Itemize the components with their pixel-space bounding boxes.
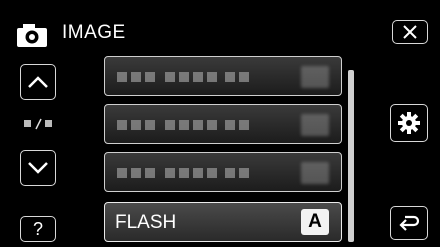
back-button[interactable]: [390, 206, 428, 240]
menu-item-label-placeholder: [117, 120, 249, 130]
menu-item[interactable]: [104, 152, 342, 192]
chevron-up-icon: [28, 76, 48, 88]
page-indicator-icon: [24, 118, 52, 130]
menu-item[interactable]: [104, 56, 342, 96]
scroll-up-button[interactable]: [20, 64, 56, 100]
gear-icon: [398, 112, 420, 134]
close-icon: [403, 25, 417, 39]
return-icon: [399, 215, 420, 231]
menu-item-label: FLASH: [115, 212, 177, 233]
scroll-down-button[interactable]: [20, 150, 56, 186]
help-button[interactable]: ?: [20, 216, 56, 242]
menu-item-value-placeholder: [301, 66, 329, 88]
settings-button[interactable]: [390, 104, 428, 142]
chevron-down-icon: [28, 162, 48, 174]
page-title: IMAGE: [62, 22, 126, 43]
flash-auto-badge: A: [301, 209, 329, 235]
menu-item-label-placeholder: [117, 168, 249, 178]
help-label: ?: [32, 218, 43, 239]
menu-item-flash[interactable]: FLASH A: [104, 202, 342, 242]
camera-icon: [16, 22, 48, 48]
page-indicator: [22, 117, 58, 131]
scrollbar-thumb[interactable]: [348, 70, 354, 242]
menu-item-value-placeholder: [301, 162, 329, 184]
menu-item[interactable]: [104, 104, 342, 144]
close-button[interactable]: [392, 20, 428, 44]
menu-item-value-placeholder: [301, 114, 329, 136]
menu-item-label-placeholder: [117, 72, 249, 82]
